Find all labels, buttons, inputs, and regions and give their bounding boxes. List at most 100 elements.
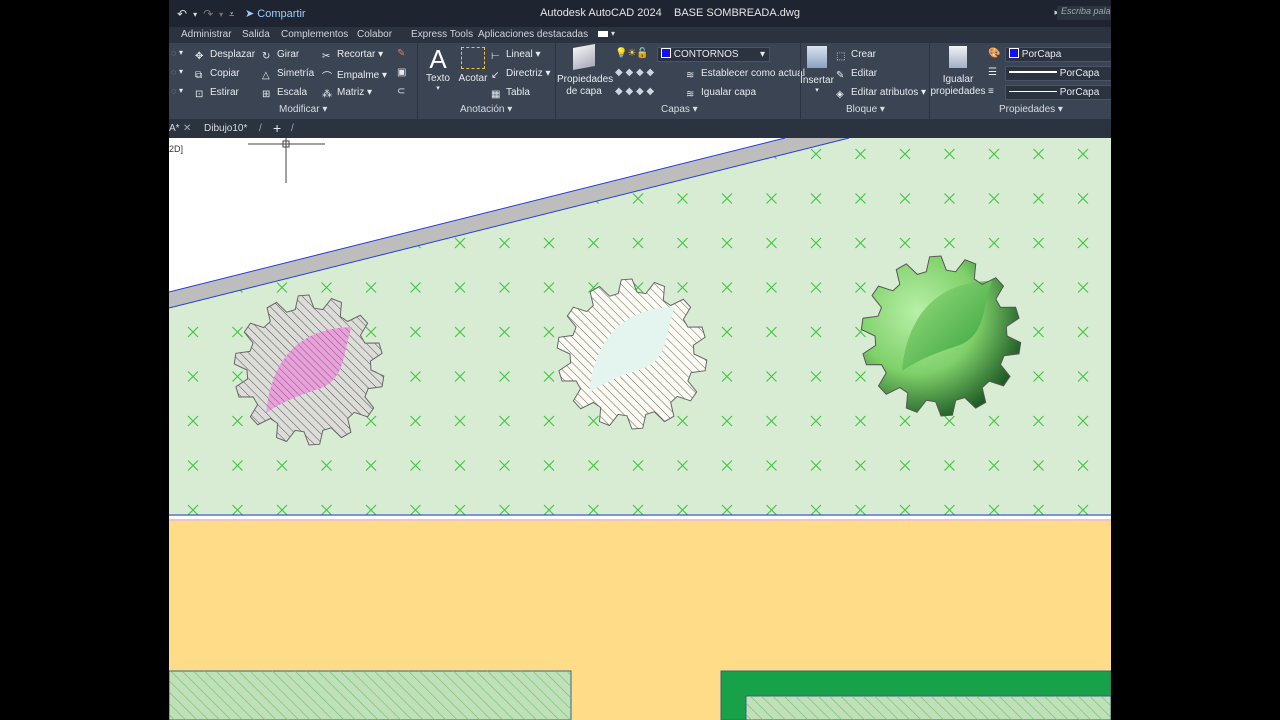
insert-block-button[interactable]: Insertar ▾ xyxy=(800,46,834,94)
partial-icon[interactable]: ◌ xyxy=(171,67,176,77)
modify-panel-label[interactable]: Modificar ▾ xyxy=(279,104,327,115)
partial-icon[interactable]: ◌ xyxy=(171,86,176,96)
document-tabs: A* ✕ Dibujo10* / + / xyxy=(169,119,1111,138)
layer-set-current-icon: ≋ xyxy=(686,70,695,81)
layers-panel-label[interactable]: Capas ▾ xyxy=(661,104,698,115)
autocad-window: ↶ ▾ ↷ ▾ ⩡ ➤ Compartir Autodesk AutoCAD 2… xyxy=(169,0,1111,720)
drawing-canvas[interactable]: 2D] xyxy=(169,138,1111,720)
light-bulb-icon: 💡 xyxy=(615,48,628,59)
color-dropdown[interactable]: PorCapa xyxy=(1005,47,1111,62)
fillet-icon: ⌒ xyxy=(322,72,332,83)
fillet-button[interactable]: ⌒ Empalme ▾ xyxy=(322,68,387,83)
stretch-button[interactable]: ⊡ Estirar xyxy=(195,87,239,100)
copy-icon: ⧉ xyxy=(195,70,203,81)
properties-panel-label[interactable]: Propiedades ▾ xyxy=(999,104,1063,115)
tab-administrar[interactable]: Administrar xyxy=(181,29,232,40)
active-drawing-tab[interactable]: A* xyxy=(169,123,180,134)
dropdown-icon[interactable]: ▾ xyxy=(179,48,183,57)
drawing-tab[interactable]: Dibujo10* xyxy=(204,123,247,134)
trim-icon: ✂ xyxy=(322,51,331,62)
rotate-icon: ↻ xyxy=(262,51,271,62)
chevron-down-icon: ▾ xyxy=(759,49,765,60)
offset-icon[interactable]: ⊂ xyxy=(397,86,405,97)
dropdown-icon: ▾ xyxy=(815,87,819,94)
trim-button[interactable]: ✂ Recortar ▾ xyxy=(322,49,383,62)
mirror-icon: △ xyxy=(262,70,270,81)
color-swatch xyxy=(1009,48,1019,58)
text-button[interactable]: A Texto ▾ xyxy=(423,45,453,92)
leader-icon: ↙ xyxy=(491,70,500,81)
tab-salida[interactable]: Salida xyxy=(242,29,270,40)
dropdown-icon: ▾ xyxy=(436,85,440,92)
new-tab-button[interactable]: + xyxy=(273,120,281,136)
drawing-svg[interactable] xyxy=(169,138,1111,720)
insert-block-icon xyxy=(807,46,827,68)
rotate-button[interactable]: ↻ Girar xyxy=(262,49,299,62)
layer-dropdown[interactable]: CONTORNOS ▾ xyxy=(657,47,770,62)
table-icon: ▦ xyxy=(491,89,501,100)
scale-icon: ⊞ xyxy=(262,89,271,100)
dropdown-icon[interactable]: ▾ xyxy=(179,67,183,76)
annotation-panel-label[interactable]: Anotación ▾ xyxy=(460,104,512,115)
tab-complementos[interactable]: Complementos xyxy=(281,29,348,40)
ribbon-display-toggle-icon[interactable] xyxy=(598,31,608,37)
explode-icon[interactable]: ▣ xyxy=(397,67,406,78)
linear-button[interactable]: ⊢ Lineal ▾ xyxy=(491,49,541,62)
erase-icon[interactable]: ✎ xyxy=(397,48,405,59)
window-title: Autodesk AutoCAD 2024 BASE SOMBREADA.dwg xyxy=(169,7,1111,19)
move-button[interactable]: ✥ Desplazar xyxy=(195,49,255,62)
planting-bed-hatch xyxy=(169,671,571,720)
match-layer-button[interactable]: ≋ Igualar capa xyxy=(686,87,756,100)
linetype-dropdown[interactable]: PorCapa xyxy=(1005,85,1111,100)
table-button[interactable]: ▦ Tabla xyxy=(491,87,530,100)
partial-icon[interactable]: ◌ xyxy=(171,48,176,58)
dimension-button[interactable]: Acotar xyxy=(457,47,489,84)
tab-colabor[interactable]: Colabor xyxy=(357,29,392,40)
layer-color-swatch xyxy=(661,48,671,58)
match-layer-icon: ≋ xyxy=(686,89,695,100)
unlock-icon: 🔓 xyxy=(636,48,649,59)
layer-properties-button[interactable]: Propiedades de capa xyxy=(557,44,613,98)
edit-attributes-button[interactable]: ◈ Editar atributos ▾ xyxy=(836,87,926,100)
array-icon: ⁂ xyxy=(322,89,332,100)
create-block-button[interactable]: ⬚ Crear xyxy=(836,49,876,62)
edit-block-button[interactable]: ✎ Editar xyxy=(836,68,877,81)
edit-attributes-icon: ◈ xyxy=(836,89,844,100)
search-input[interactable]: Escriba pala xyxy=(1057,6,1111,20)
text-icon: A xyxy=(429,44,447,74)
close-tab-icon[interactable]: ✕ xyxy=(183,123,191,134)
edit-block-icon: ✎ xyxy=(836,70,845,81)
dimension-icon xyxy=(461,47,485,69)
ribbon-tab-row: Administrar Salida Complementos Colabor … xyxy=(169,27,1111,43)
scale-button[interactable]: ⊞ Escala xyxy=(262,87,307,100)
tab-aplicaciones-destacadas[interactable]: Aplicaciones destacadas xyxy=(478,29,588,40)
app-title: Autodesk AutoCAD 2024 xyxy=(540,7,662,19)
ribbon-display-caret-icon[interactable]: ▾ xyxy=(611,29,615,38)
linear-dimension-icon: ⊢ xyxy=(491,51,500,62)
array-button[interactable]: ⁂ Matriz ▾ xyxy=(322,87,372,100)
inner-bed-hatch xyxy=(746,696,1111,720)
mirror-button[interactable]: △ Simetría xyxy=(262,68,314,81)
tab-separator: / xyxy=(291,123,294,134)
panel-divider xyxy=(555,43,556,119)
tab-separator: / xyxy=(259,123,262,134)
color-wheel-icon[interactable]: 🎨 xyxy=(988,48,1000,59)
lineweight-icon[interactable]: ☰ xyxy=(988,67,997,78)
block-panel-label[interactable]: Bloque ▾ xyxy=(846,104,885,115)
leader-button[interactable]: ↙ Directriz ▾ xyxy=(491,68,550,81)
linetype-icon[interactable]: ≡ xyxy=(988,86,994,97)
match-properties-icon xyxy=(949,46,967,68)
dropdown-icon[interactable]: ▾ xyxy=(179,86,183,95)
match-properties-button[interactable]: Igualar propiedades xyxy=(929,46,987,98)
lineweight-dropdown[interactable]: PorCapa xyxy=(1005,66,1111,81)
view-label[interactable]: 2D] xyxy=(169,144,183,154)
set-current-button[interactable]: ≋ Establecer como actual xyxy=(686,68,805,81)
linetype-sample xyxy=(1009,91,1057,92)
layer-state-icons[interactable]: 💡☀🔓 xyxy=(615,48,649,59)
layer-tools-row2[interactable]: ◆ ◆ ◆ ◆ xyxy=(615,86,654,97)
layer-tools-row1[interactable]: ◆ ◆ ◆ ◆ xyxy=(615,67,654,78)
layer-properties-icon xyxy=(573,44,595,70)
copy-button[interactable]: ⧉ Copiar xyxy=(195,68,239,81)
tab-express-tools[interactable]: Express Tools xyxy=(411,29,473,40)
panel-divider xyxy=(417,43,418,119)
